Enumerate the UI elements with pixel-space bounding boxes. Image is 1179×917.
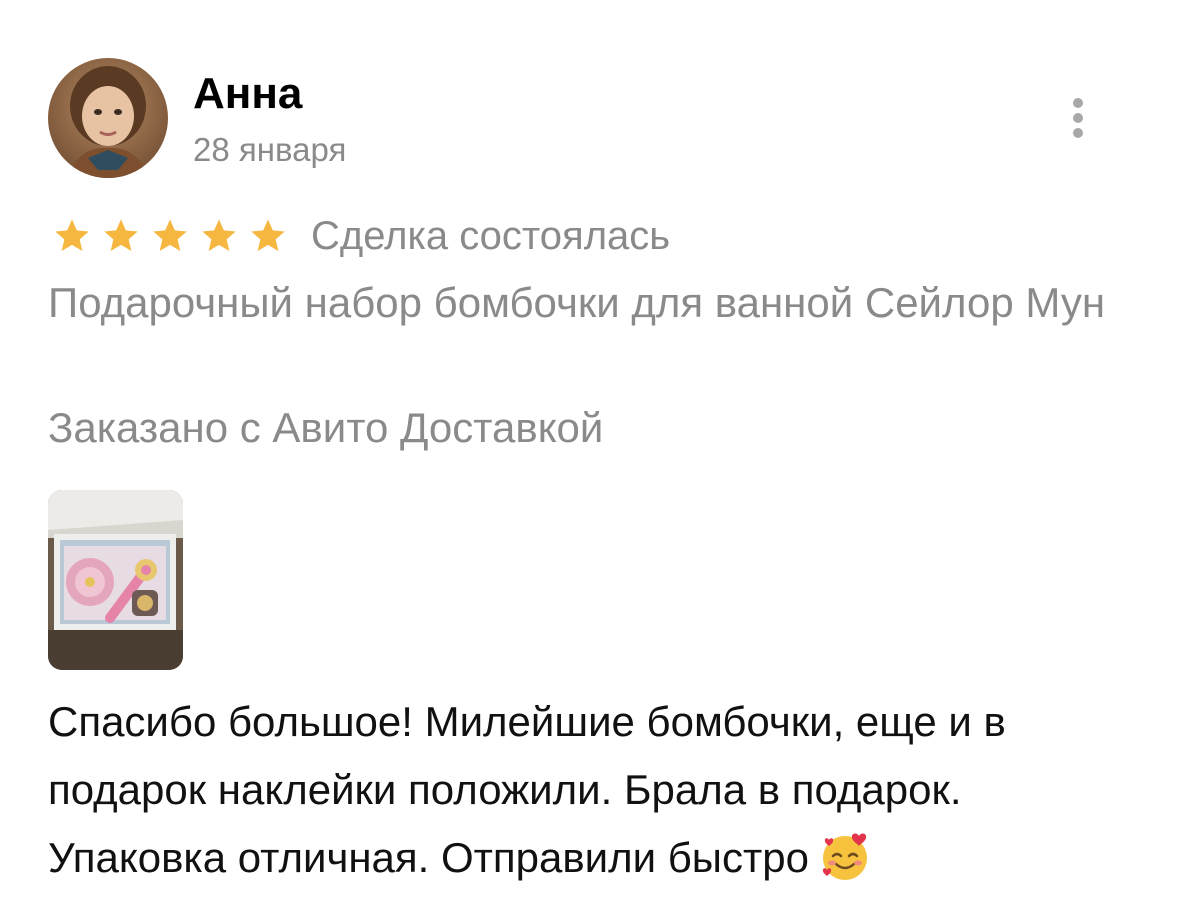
star-icon — [248, 216, 288, 256]
star-icon — [199, 216, 239, 256]
more-options-button[interactable] — [1060, 92, 1096, 144]
avatar[interactable] — [48, 58, 168, 178]
more-vertical-icon — [1073, 113, 1083, 123]
more-vertical-icon — [1073, 98, 1083, 108]
review-date: 28 января — [193, 131, 347, 168]
author-name[interactable]: Анна — [193, 68, 302, 120]
more-vertical-icon — [1073, 128, 1083, 138]
deal-status: Сделка состоялась — [311, 214, 671, 258]
review-text: Спасибо большое! Милейшие бомбочки, еще … — [48, 688, 1148, 892]
avatar-photo — [48, 58, 168, 178]
rating-row: Сделка состоялась — [52, 210, 670, 262]
star-icon — [52, 216, 92, 256]
delivery-note: Заказано с Авито Доставкой — [48, 404, 604, 451]
product-title[interactable]: Подарочный набор бомбочки для ванной Сей… — [48, 274, 1138, 332]
review-photo-image — [48, 490, 183, 670]
star-rating — [52, 216, 288, 256]
star-icon — [150, 216, 190, 256]
smiling-face-with-hearts-icon — [819, 830, 871, 882]
review-photo[interactable] — [48, 490, 183, 670]
star-icon — [101, 216, 141, 256]
